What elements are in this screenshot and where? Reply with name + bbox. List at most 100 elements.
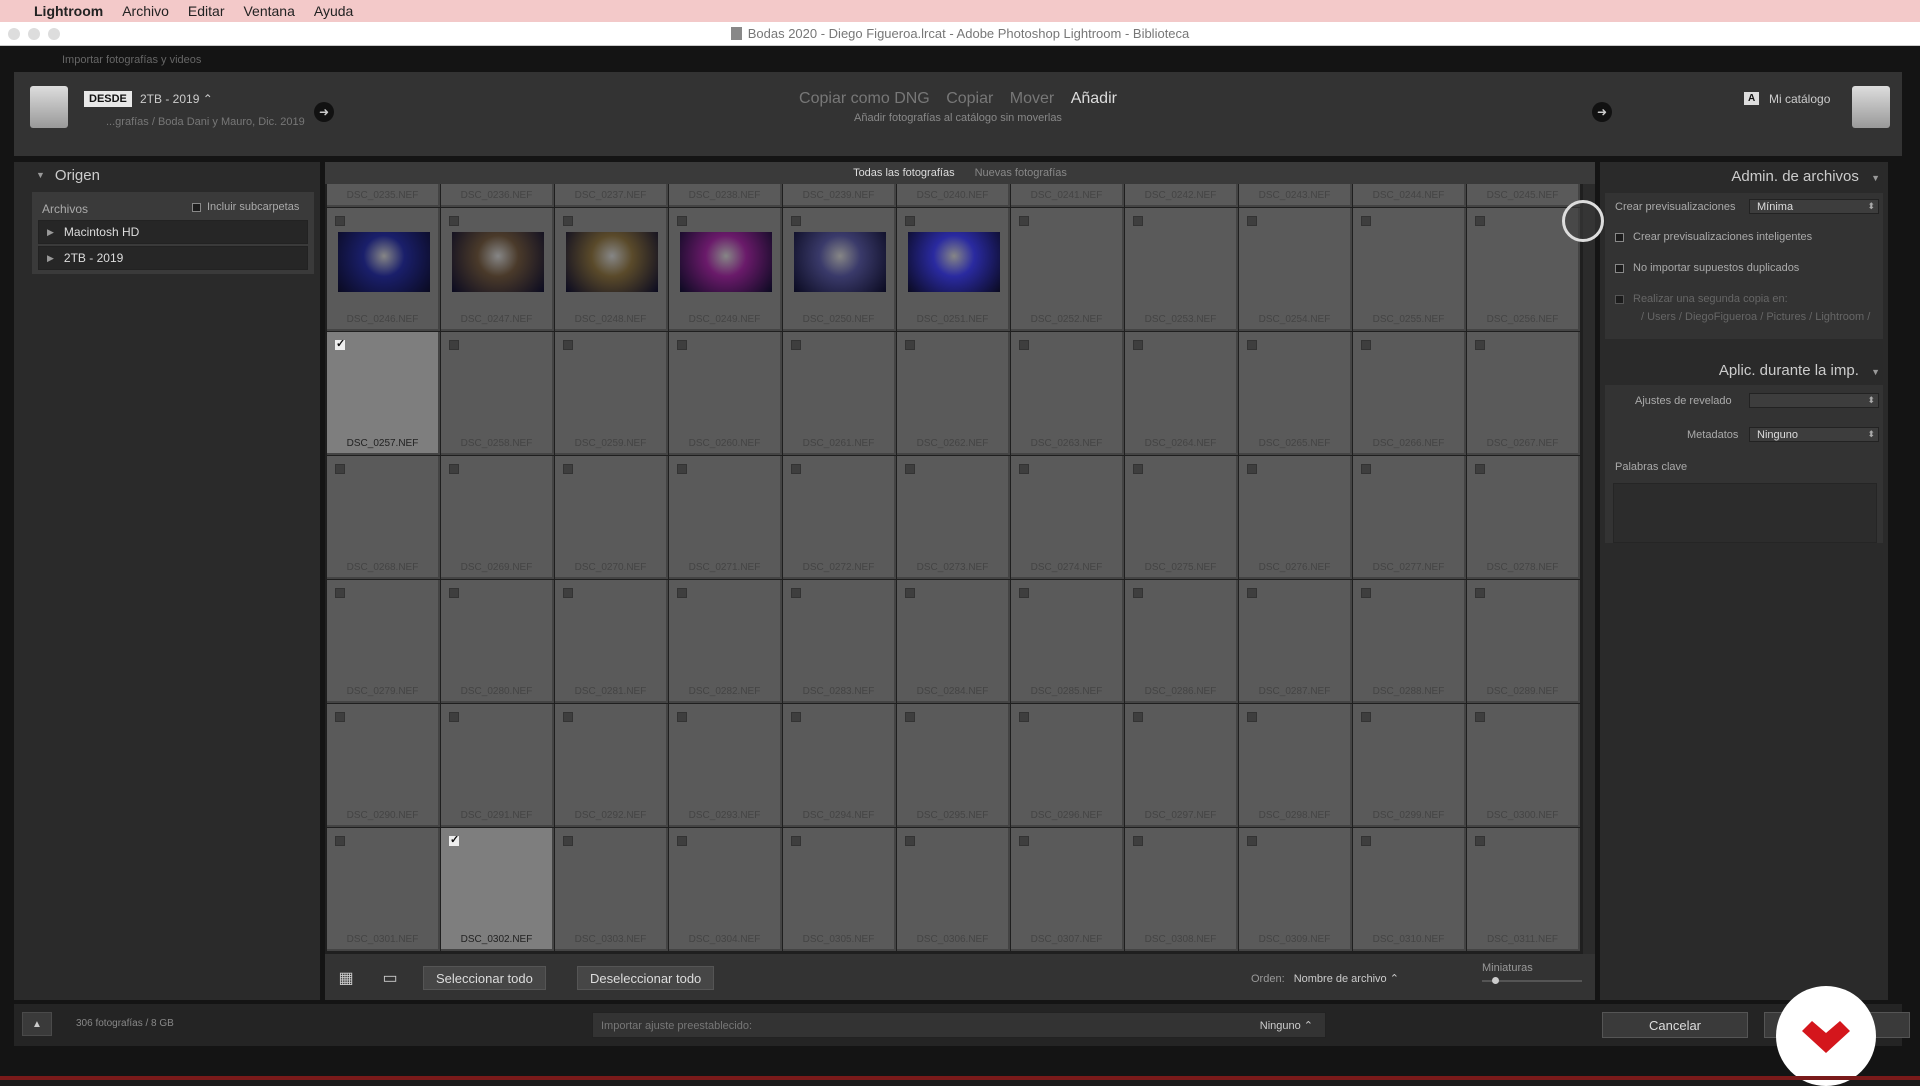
photo-cell[interactable]: DSC_0245.NEF [1467, 184, 1580, 207]
photo-checkbox[interactable] [563, 712, 573, 722]
photo-cell[interactable]: DSC_0289.NEF [1467, 580, 1580, 703]
photo-thumbnail[interactable] [680, 232, 772, 292]
no-duplicates-checkbox[interactable] [1615, 263, 1624, 273]
photo-cell[interactable]: DSC_0252.NEF [1011, 208, 1124, 331]
photo-cell[interactable]: DSC_0271.NEF [669, 456, 782, 579]
photo-checkbox[interactable] [563, 216, 573, 226]
photo-cell[interactable]: DSC_0311.NEF [1467, 828, 1580, 951]
no-duplicates-option[interactable]: No importar supuestos duplicados [1615, 262, 1799, 274]
photo-thumbnail[interactable] [452, 232, 544, 292]
second-copy-checkbox[interactable] [1615, 294, 1624, 304]
photo-checkbox[interactable] [1247, 588, 1257, 598]
photo-checkbox[interactable] [1475, 588, 1485, 598]
second-copy-option[interactable]: Realizar una segunda copia en: [1615, 293, 1788, 305]
photo-checkbox[interactable] [449, 464, 459, 474]
photo-cell[interactable]: DSC_0237.NEF [555, 184, 668, 207]
photo-checkbox[interactable] [791, 340, 801, 350]
photo-cell[interactable]: DSC_0296.NEF [1011, 704, 1124, 827]
photo-cell[interactable]: DSC_0264.NEF [1125, 332, 1238, 455]
photo-checkbox[interactable] [1247, 464, 1257, 474]
photo-cell[interactable]: DSC_0260.NEF [669, 332, 782, 455]
photo-checkbox[interactable] [905, 216, 915, 226]
photo-checkbox[interactable] [677, 836, 687, 846]
photo-checkbox[interactable] [1475, 340, 1485, 350]
photo-cell[interactable]: DSC_0236.NEF [441, 184, 554, 207]
photo-cell[interactable]: DSC_0272.NEF [783, 456, 896, 579]
photo-checkbox[interactable] [335, 464, 345, 474]
photo-checkbox[interactable] [1475, 464, 1485, 474]
photo-cell[interactable]: DSC_0258.NEF [441, 332, 554, 455]
photo-checkbox[interactable] [1019, 340, 1029, 350]
photo-cell[interactable]: DSC_0267.NEF [1467, 332, 1580, 455]
photo-cell[interactable]: DSC_0306.NEF [897, 828, 1010, 951]
photo-checkbox[interactable] [1133, 340, 1143, 350]
photo-cell[interactable]: DSC_0247.NEF [441, 208, 554, 331]
loupe-view-icon[interactable]: ▭ [377, 968, 403, 988]
photo-checkbox[interactable] [1361, 216, 1371, 226]
photo-checkbox[interactable] [563, 464, 573, 474]
mode-copy-dng[interactable]: Copiar como DNG [799, 90, 930, 107]
photo-checkbox[interactable] [335, 712, 345, 722]
file-handling-header[interactable]: Admin. de archivos ▼ [1731, 168, 1880, 185]
photo-checkbox[interactable] [1133, 464, 1143, 474]
menu-ayuda[interactable]: Ayuda [314, 3, 353, 19]
photo-cell[interactable]: DSC_0265.NEF [1239, 332, 1352, 455]
photo-checkbox[interactable] [905, 340, 915, 350]
photo-cell[interactable]: DSC_0290.NEF [327, 704, 440, 827]
photo-cell[interactable]: DSC_0274.NEF [1011, 456, 1124, 579]
photo-checkbox[interactable] [335, 216, 345, 226]
photo-cell[interactable]: DSC_0307.NEF [1011, 828, 1124, 951]
photo-cell[interactable]: DSC_0239.NEF [783, 184, 896, 207]
photo-cell[interactable]: DSC_0250.NEF [783, 208, 896, 331]
import-preset-dropdown[interactable]: Ninguno ⌃ [1260, 1019, 1313, 1032]
photo-checkbox[interactable] [677, 340, 687, 350]
include-subfolders-checkbox[interactable] [192, 202, 201, 212]
photo-checkbox[interactable] [1247, 340, 1257, 350]
close-window-button[interactable] [8, 28, 20, 40]
photo-checkbox[interactable] [1019, 588, 1029, 598]
photo-thumbnail[interactable] [338, 232, 430, 292]
menu-archivo[interactable]: Archivo [122, 3, 169, 19]
tab-new-photos[interactable]: Nuevas fotografías [975, 167, 1067, 179]
photo-cell[interactable]: DSC_0286.NEF [1125, 580, 1238, 703]
expand-triangle-icon[interactable]: ▶ [47, 253, 54, 264]
select-all-button[interactable]: Seleccionar todo [423, 966, 546, 990]
photo-cell[interactable]: DSC_0295.NEF [897, 704, 1010, 827]
photo-cell[interactable]: DSC_0300.NEF [1467, 704, 1580, 827]
photo-cell[interactable]: DSC_0283.NEF [783, 580, 896, 703]
photo-checkbox[interactable] [1361, 340, 1371, 350]
photo-checkbox[interactable] [791, 836, 801, 846]
grid-view-icon[interactable]: ▦ [333, 968, 359, 988]
photo-cell[interactable]: DSC_0293.NEF [669, 704, 782, 827]
photo-cell[interactable]: DSC_0241.NEF [1011, 184, 1124, 207]
photo-cell[interactable]: DSC_0276.NEF [1239, 456, 1352, 579]
photo-cell[interactable]: DSC_0308.NEF [1125, 828, 1238, 951]
photo-checkbox[interactable] [1133, 216, 1143, 226]
photo-cell[interactable]: DSC_0240.NEF [897, 184, 1010, 207]
photo-cell[interactable]: DSC_0261.NEF [783, 332, 896, 455]
photo-cell[interactable]: DSC_0249.NEF [669, 208, 782, 331]
photo-cell[interactable]: DSC_0242.NEF [1125, 184, 1238, 207]
photo-cell[interactable]: DSC_0259.NEF [555, 332, 668, 455]
photo-cell[interactable]: DSC_0253.NEF [1125, 208, 1238, 331]
photo-checkbox[interactable] [1475, 712, 1485, 722]
photo-cell[interactable]: DSC_0310.NEF [1353, 828, 1466, 951]
photo-checkbox[interactable] [1475, 836, 1485, 846]
thumbnail-size-slider[interactable] [1482, 977, 1582, 984]
photo-checkbox[interactable] [335, 337, 345, 350]
apply-during-import-header[interactable]: Aplic. durante la imp. ▼ [1719, 362, 1880, 379]
volume-macintosh-hd[interactable]: ▶ Macintosh HD [38, 220, 308, 244]
expand-triangle-icon[interactable]: ▶ [47, 227, 54, 238]
photo-cell[interactable]: DSC_0299.NEF [1353, 704, 1466, 827]
photo-checkbox[interactable] [1361, 836, 1371, 846]
photo-cell[interactable]: DSC_0268.NEF [327, 456, 440, 579]
volume-2tb-2019[interactable]: ▶ 2TB - 2019 [38, 246, 308, 270]
photo-cell[interactable]: DSC_0244.NEF [1353, 184, 1466, 207]
tab-all-photos[interactable]: Todas las fotografías [853, 167, 955, 179]
photo-checkbox[interactable] [905, 588, 915, 598]
photo-checkbox[interactable] [1133, 836, 1143, 846]
photo-cell[interactable]: DSC_0251.NEF [897, 208, 1010, 331]
photo-cell[interactable]: DSC_0263.NEF [1011, 332, 1124, 455]
photo-checkbox[interactable] [1019, 712, 1029, 722]
show-more-button[interactable]: ▲ [22, 1012, 52, 1036]
